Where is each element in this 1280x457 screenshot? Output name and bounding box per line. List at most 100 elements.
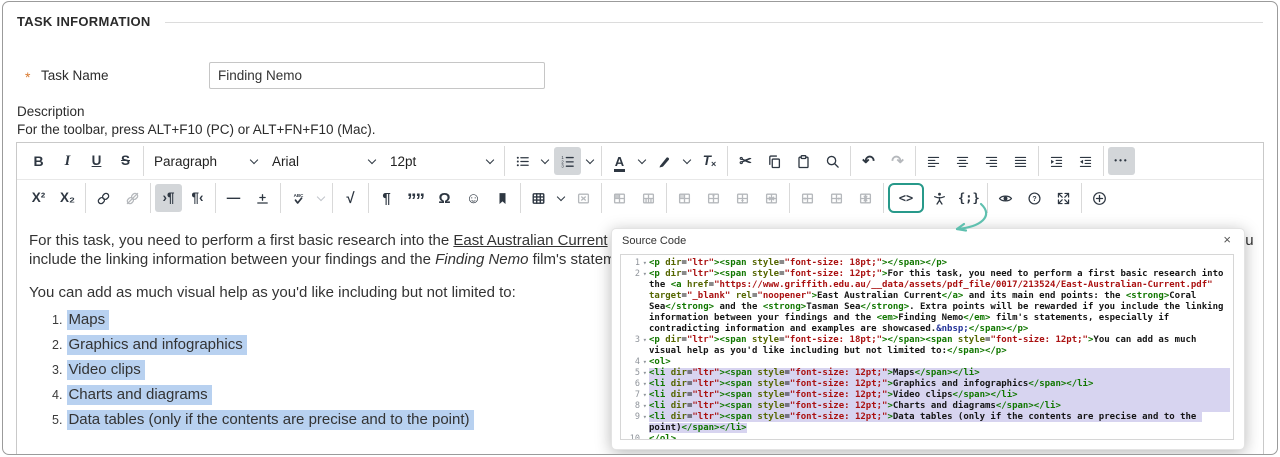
- left-to-right-button[interactable]: ›¶: [155, 184, 182, 212]
- indent-button[interactable]: [1043, 147, 1070, 175]
- source-code-editor[interactable]: 1 ▾ <p dir="ltr"><span style="font-size: 1…: [620, 254, 1234, 440]
- font-family-select[interactable]: Arial: [265, 147, 383, 175]
- text-color-icon: A: [613, 153, 626, 172]
- chevron-down-icon: [541, 157, 549, 165]
- align-right-button[interactable]: [978, 147, 1005, 175]
- fold-arrow-icon[interactable]: ▾: [640, 368, 647, 379]
- insert-row-above-button[interactable]: +: [700, 184, 727, 212]
- cell-properties-button[interactable]: [606, 184, 633, 212]
- remove-link-button[interactable]: [119, 184, 146, 212]
- code-line: 10 </ol>: [621, 434, 1230, 439]
- italic-button[interactable]: I: [54, 147, 81, 175]
- fold-arrow-icon[interactable]: ▾: [640, 379, 647, 390]
- insert-content-button[interactable]: [1086, 184, 1113, 212]
- insert-table-button[interactable]: [525, 184, 552, 212]
- fold-arrow-icon[interactable]: ▾: [640, 401, 647, 412]
- insert-table-menu-button[interactable]: [554, 184, 568, 212]
- paragraph-marks-button[interactable]: ¶: [373, 184, 400, 212]
- delete-table-icon: [576, 191, 591, 206]
- horizontal-rule-button[interactable]: —: [220, 184, 247, 212]
- more-toolbar-button[interactable]: •••: [1108, 147, 1135, 175]
- fold-arrow-icon[interactable]: ▾: [640, 390, 647, 401]
- superscript-button[interactable]: X²: [25, 184, 52, 212]
- fullscreen-button[interactable]: [1050, 184, 1077, 212]
- chevron-down-icon: [683, 157, 691, 165]
- delete-column-button[interactable]: [852, 184, 879, 212]
- align-left-button[interactable]: [920, 147, 947, 175]
- text-run: include the linking information between …: [29, 251, 436, 268]
- copy-button[interactable]: [761, 147, 788, 175]
- align-justify-button[interactable]: [1007, 147, 1034, 175]
- code-line: 3 ▾ <p dir="ltr"><span style="font-size: 1…: [621, 335, 1230, 357]
- highlight-color-menu-button[interactable]: [680, 147, 694, 175]
- bullet-list-menu-button[interactable]: [538, 147, 552, 175]
- toolbar-group: ↶ ↷: [850, 146, 915, 176]
- code-content: <p dir="ltr"><span style="font-size: 18p…: [649, 335, 1202, 356]
- delete-row-button[interactable]: [758, 184, 785, 212]
- text-color-button[interactable]: A: [606, 147, 633, 175]
- align-center-button[interactable]: [949, 147, 976, 175]
- code-sample-button[interactable]: {;}: [955, 184, 983, 212]
- right-to-left-button[interactable]: ¶‹: [184, 184, 211, 212]
- task-name-input[interactable]: [209, 62, 545, 89]
- fold-arrow-icon[interactable]: ▾: [640, 258, 647, 269]
- align-center-icon: [955, 154, 970, 169]
- line-number: 5 ▾: [634, 368, 647, 379]
- row-properties-button[interactable]: [671, 184, 698, 212]
- preview-button[interactable]: [992, 184, 1019, 212]
- subscript-button[interactable]: X₂: [54, 184, 81, 212]
- bullet-list-icon: [515, 154, 530, 169]
- insert-row-below-button[interactable]: +: [729, 184, 756, 212]
- svg-text:+: +: [837, 195, 841, 202]
- fold-arrow-icon[interactable]: ▾: [640, 412, 647, 423]
- undo-button[interactable]: ↶: [855, 147, 882, 175]
- source-code-button[interactable]: <>: [888, 183, 924, 213]
- page-break-button[interactable]: [249, 184, 276, 212]
- fold-arrow-icon[interactable]: ▾: [640, 269, 647, 280]
- accessibility-checker-button[interactable]: [926, 184, 953, 212]
- strikethrough-button[interactable]: S: [112, 147, 139, 175]
- insert-link-button[interactable]: [90, 184, 117, 212]
- help-button[interactable]: ?: [1021, 184, 1048, 212]
- underline-button[interactable]: U: [83, 147, 110, 175]
- text-color-menu-button[interactable]: [635, 147, 649, 175]
- insert-column-after-button[interactable]: +: [823, 184, 850, 212]
- search-button[interactable]: [819, 147, 846, 175]
- math-formula-button[interactable]: √: [337, 184, 364, 212]
- selected-text: Maps: [67, 310, 110, 330]
- merge-cells-button[interactable]: [635, 184, 662, 212]
- line-number: 1 ▾: [634, 258, 647, 269]
- insert-column-before-button[interactable]: +: [794, 184, 821, 212]
- blockquote-button[interactable]: ””: [402, 184, 429, 212]
- numbered-list-button[interactable]: 123: [554, 147, 581, 175]
- font-family-select-value: Arial: [272, 153, 300, 169]
- source-code-dialog: Source Code × 1 ▾ <p dir="ltr"><span style…: [611, 228, 1245, 450]
- paragraph-format-select[interactable]: Paragraph: [147, 147, 265, 175]
- code-content: <p dir="ltr"><span style="font-size: 18p…: [649, 258, 948, 268]
- emoticon-button[interactable]: ☺: [460, 184, 487, 212]
- table-icon: [531, 191, 546, 206]
- special-character-button[interactable]: Ω: [431, 184, 458, 212]
- highlight-color-button[interactable]: [651, 147, 678, 175]
- more-icon: •••: [1114, 156, 1129, 165]
- delete-table-button[interactable]: [570, 184, 597, 212]
- anchor-button[interactable]: [489, 184, 516, 212]
- numbered-list-menu-button[interactable]: [583, 147, 597, 175]
- svg-text:+: +: [741, 197, 745, 204]
- selected-text: Video clips: [67, 360, 145, 380]
- font-size-select[interactable]: 12pt: [383, 147, 501, 175]
- fold-arrow-icon[interactable]: ▾: [640, 335, 647, 346]
- bullet-list-button[interactable]: [509, 147, 536, 175]
- bold-button[interactable]: B: [25, 147, 52, 175]
- clear-formatting-button[interactable]: T×: [696, 147, 723, 175]
- close-icon[interactable]: ×: [1217, 231, 1237, 248]
- fold-arrow-icon[interactable]: ▾: [640, 357, 647, 368]
- outdent-button[interactable]: [1072, 147, 1099, 175]
- editor-link[interactable]: East Australian Current: [453, 232, 607, 249]
- cut-button[interactable]: ✂: [732, 147, 759, 175]
- spellcheck-button[interactable]: ABC: [285, 184, 312, 212]
- spellcheck-menu-button[interactable]: [314, 184, 328, 212]
- redo-button[interactable]: ↷: [884, 147, 911, 175]
- paste-button[interactable]: [790, 147, 817, 175]
- line-number: 3 ▾: [634, 335, 647, 346]
